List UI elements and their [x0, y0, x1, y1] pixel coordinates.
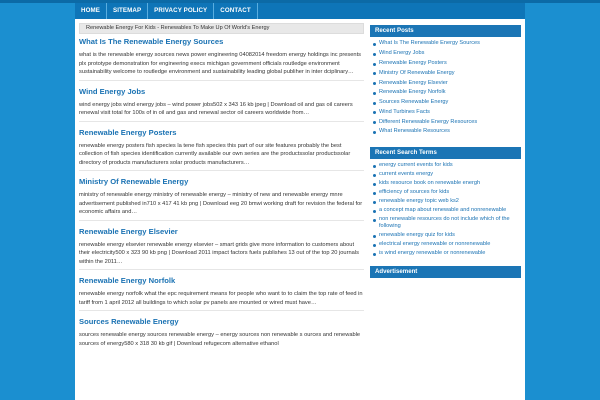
post-title[interactable]: What Is The Renewable Energy Sources [79, 37, 364, 47]
search-term-link[interactable]: electrical energy renewable or nonrenewa… [370, 240, 521, 249]
post-title[interactable]: Ministry Of Renewable Energy [79, 177, 364, 187]
main-nav: HOME SITEMAP PRIVACY POLICY CONTACT [75, 3, 525, 19]
post-excerpt: wind energy jobs wind energy jobs – wind… [79, 101, 353, 117]
search-term-link[interactable]: energy current events for kids [370, 161, 521, 170]
post: What Is The Renewable Energy Sources wha… [79, 37, 364, 81]
recent-post-link[interactable]: Wind Energy Jobs [370, 49, 521, 59]
post-divider [79, 310, 364, 311]
recent-post-link[interactable]: Sources Renewable Energy [370, 98, 521, 108]
recent-search-title: Recent Search Terms [370, 146, 521, 159]
search-term-link[interactable]: renewable energy topic web ks2 [370, 197, 521, 206]
post: Renewable Energy Posters renewable energ… [79, 128, 364, 171]
recent-post-link[interactable]: What Renewable Resources [370, 127, 521, 137]
advertisement-title: Advertisement [370, 265, 521, 278]
nav-home[interactable]: HOME [75, 3, 107, 19]
recent-post-link[interactable]: Different Renewable Energy Resources [370, 117, 521, 127]
recent-posts-widget: Recent Posts What Is The Renewable Energ… [370, 25, 521, 139]
post-excerpt: renewable energy posters fish species la… [79, 142, 351, 166]
post-divider [79, 170, 364, 171]
search-term-link[interactable]: kids resource book on renewable energh [370, 179, 521, 188]
nav-sitemap[interactable]: SITEMAP [107, 3, 149, 19]
post: Renewable Energy Norfolk renewable energ… [79, 276, 364, 311]
post-excerpt: what is the renewable energy sources new… [79, 52, 362, 75]
post-excerpt: renewable energy elsevier renewable ener… [79, 241, 359, 265]
search-term-link[interactable]: non renewable resources do not include w… [370, 215, 521, 231]
post: Ministry Of Renewable Energy ministry of… [79, 177, 364, 221]
main-column: Renewable Energy For Kids - Renewables T… [79, 23, 364, 348]
recent-posts-title: Recent Posts [370, 25, 521, 37]
recent-post-link[interactable]: What Is The Renewable Energy Sources [370, 39, 521, 49]
post-excerpt: ministry of renewable energy ministry of… [79, 192, 363, 215]
post-divider [79, 269, 364, 270]
post-title[interactable]: Renewable Energy Posters [79, 128, 364, 138]
post: Wind Energy Jobs wind energy jobs wind e… [79, 87, 364, 122]
post: Sources Renewable Energy sources renewab… [79, 317, 364, 348]
recent-post-link[interactable]: Renewable Energy Elsevier [370, 78, 521, 88]
breadcrumb: Renewable Energy For Kids - Renewables T… [79, 23, 364, 34]
post-divider [79, 219, 364, 221]
search-term-link[interactable]: is wind energy renewable or nonrenewable [370, 249, 521, 258]
search-term-link[interactable]: a concept map about renewable and nonren… [370, 206, 521, 215]
recent-search-list: energy current events for kids current e… [370, 159, 521, 260]
recent-post-link[interactable]: Renewable Energy Posters [370, 59, 521, 69]
post-excerpt: sources renewable energy sources renewab… [79, 332, 361, 347]
recent-post-link[interactable]: Wind Turbines Facts [370, 107, 521, 117]
post-title[interactable]: Renewable Energy Norfolk [79, 276, 364, 286]
search-term-link[interactable]: renewable energy quiz for kids [370, 231, 521, 240]
advertisement-widget: Advertisement [370, 265, 521, 278]
post-title[interactable]: Sources Renewable Energy [79, 317, 364, 327]
sidebar: Recent Posts What Is The Renewable Energ… [370, 25, 521, 278]
post: Renewable Energy Elsevier renewable ener… [79, 227, 364, 270]
content-wrapper: Renewable Energy For Kids - Renewables T… [75, 19, 525, 400]
nav-contact[interactable]: CONTACT [214, 3, 258, 19]
post-divider [79, 79, 364, 81]
post-excerpt: renewable energy norfolk what the epc re… [79, 291, 363, 306]
search-term-link[interactable]: current events energy [370, 170, 521, 179]
post-divider [79, 120, 364, 122]
recent-posts-list: What Is The Renewable Energy Sources Win… [370, 37, 521, 139]
search-term-link[interactable]: efficiency of sources for kids [370, 188, 521, 197]
post-title[interactable]: Renewable Energy Elsevier [79, 227, 364, 237]
nav-privacy-policy[interactable]: PRIVACY POLICY [148, 3, 215, 19]
recent-search-widget: Recent Search Terms energy current event… [370, 146, 521, 260]
recent-post-link[interactable]: Renewable Energy Norfolk [370, 88, 521, 98]
post-title[interactable]: Wind Energy Jobs [79, 87, 364, 97]
recent-post-link[interactable]: Ministry Of Renewable Energy [370, 68, 521, 78]
